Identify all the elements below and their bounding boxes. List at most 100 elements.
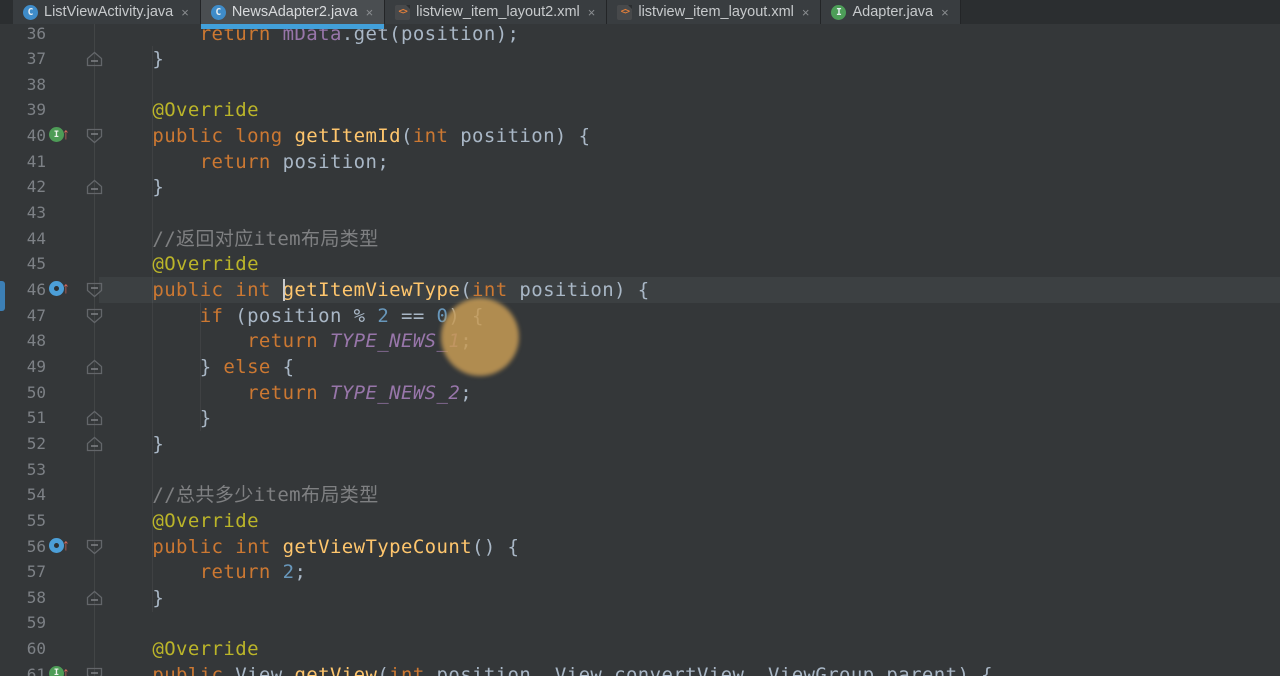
tab-listviewactivity-java[interactable]: C ListViewActivity.java × xyxy=(13,0,201,24)
code-segment: ( xyxy=(460,279,473,301)
tab-adapter-java[interactable]: I Adapter.java × xyxy=(821,0,961,24)
code-line-38[interactable]: 38 xyxy=(0,72,1280,98)
code-line-43[interactable]: 43 xyxy=(0,200,1280,226)
tab-close-icon[interactable]: × xyxy=(939,5,951,20)
line-number: 51 xyxy=(26,408,46,428)
code-segment: getViewTypeCount xyxy=(282,535,473,558)
line-number: 59 xyxy=(26,613,46,633)
editor-tab-bar: C ListViewActivity.java × C NewsAdapter2.jav… xyxy=(0,0,1280,29)
code-line-48[interactable]: 48 return TYPE_NEWS_1; xyxy=(0,328,1280,354)
code-line-46[interactable]: 46 ↑ public int getItemViewType(int posit… xyxy=(0,277,1280,303)
code-text: public int getItemViewType(int position)… xyxy=(105,277,650,303)
left-edge-marker xyxy=(0,281,5,311)
code-text: return TYPE_NEWS_2; xyxy=(105,380,472,406)
fold-marker-up[interactable] xyxy=(86,410,103,431)
line-number: 58 xyxy=(26,587,46,607)
line-number: 42 xyxy=(26,177,46,197)
code-line-41[interactable]: 41 return position; xyxy=(0,149,1280,175)
code-line-56[interactable]: 56 ↑ public int getViewTypeCount() { xyxy=(0,534,1280,560)
code-line-44[interactable]: 44 //返回对应item布局类型 xyxy=(0,226,1280,252)
code-line-42[interactable]: 42 } xyxy=(0,174,1280,200)
code-segment: getItemViewType xyxy=(282,279,461,301)
fold-marker-down[interactable] xyxy=(86,539,103,560)
fold-marker-down[interactable] xyxy=(86,667,103,676)
code-line-59[interactable]: 59 xyxy=(0,610,1280,636)
code-line-54[interactable]: 54 //总共多少item布局类型 xyxy=(0,482,1280,508)
java-class-icon: C xyxy=(23,4,38,20)
code-line-55[interactable]: 55 @Override xyxy=(0,508,1280,534)
code-segment: @Override xyxy=(152,509,259,532)
code-segment: } xyxy=(105,586,165,609)
fold-marker-down[interactable] xyxy=(86,128,103,149)
line-number: 48 xyxy=(26,331,46,351)
tab-close-icon[interactable]: × xyxy=(800,5,812,20)
code-segment: } xyxy=(105,407,212,430)
code-segment: ; xyxy=(460,381,473,404)
line-number: 53 xyxy=(26,459,46,479)
code-segment: if xyxy=(199,304,224,327)
code-segment: @Override xyxy=(152,638,259,661)
code-segment: } xyxy=(105,432,165,455)
code-segment: } xyxy=(105,48,165,71)
fold-marker-up[interactable] xyxy=(86,51,103,72)
code-line-51[interactable]: 51 } xyxy=(0,405,1280,431)
tab-label: listview_item_layout.xml xyxy=(638,4,794,20)
fold-marker-up[interactable] xyxy=(86,436,103,457)
code-text: return 2; xyxy=(105,559,306,585)
override-gutter-icon[interactable]: ↑ xyxy=(49,281,70,297)
code-text: @Override xyxy=(105,636,259,662)
fold-marker-down[interactable] xyxy=(86,308,103,329)
up-arrow-icon: ↑ xyxy=(62,126,70,144)
code-text: } xyxy=(105,46,164,72)
tab-listview_item_layout-xml[interactable]: <> listview_item_layout.xml × xyxy=(607,0,822,24)
code-line-37[interactable]: 37 } xyxy=(0,46,1280,72)
tab-close-icon[interactable]: × xyxy=(179,5,191,20)
fold-marker-up[interactable] xyxy=(86,179,103,200)
code-line-40[interactable]: 40 I ↑ public long getItemId(int position)… xyxy=(0,123,1280,149)
code-line-60[interactable]: 60 @Override xyxy=(0,636,1280,662)
code-segment: (position % xyxy=(223,304,378,327)
code-segment: return xyxy=(247,381,330,404)
code-line-58[interactable]: 58 } xyxy=(0,585,1280,611)
code-segment: public long xyxy=(152,125,295,148)
fold-marker-up[interactable] xyxy=(86,359,103,380)
tab-close-icon[interactable]: × xyxy=(586,5,598,20)
override-gutter-icon[interactable]: ↑ xyxy=(49,537,70,553)
code-line-49[interactable]: 49 } else { xyxy=(0,354,1280,380)
code-line-50[interactable]: 50 return TYPE_NEWS_2; xyxy=(0,380,1280,406)
code-segment: position, View convertView, ViewGroup pa… xyxy=(424,663,993,676)
code-segment: ; xyxy=(294,561,307,584)
implement-gutter-icon[interactable]: I ↑ xyxy=(49,126,70,144)
up-arrow-icon: ↑ xyxy=(62,664,70,676)
line-number: 44 xyxy=(26,228,46,248)
code-line-57[interactable]: 57 return 2; xyxy=(0,559,1280,585)
code-text: } xyxy=(105,585,164,611)
code-line-53[interactable]: 53 xyxy=(0,457,1280,483)
code-text: @Override xyxy=(105,97,259,123)
code-line-45[interactable]: 45 @Override xyxy=(0,251,1280,277)
line-number: 54 xyxy=(26,485,46,505)
tab-newsadapter2-java[interactable]: C NewsAdapter2.java × xyxy=(200,0,386,29)
code-line-36[interactable]: 36 return mData.get(position); xyxy=(0,21,1280,47)
tab-close-icon[interactable]: × xyxy=(364,5,376,20)
implement-gutter-icon[interactable]: I ↑ xyxy=(49,664,70,676)
code-segment: @Override xyxy=(152,253,259,276)
tab-listview_item_layout2-xml[interactable]: <> listview_item_layout2.xml × xyxy=(385,0,608,24)
code-editor[interactable]: 36 return mData.get(position); 37 } 38 39 @… xyxy=(0,0,1280,676)
fold-marker-up[interactable] xyxy=(86,590,103,611)
line-number: 47 xyxy=(26,305,46,325)
code-segment: position) { xyxy=(507,279,650,301)
code-line-52[interactable]: 52 } xyxy=(0,431,1280,457)
code-text: if (position % 2 == 0) { xyxy=(105,303,484,329)
code-line-61[interactable]: 61 I ↑ public View getView(int position, V… xyxy=(0,662,1280,676)
code-text: } xyxy=(105,431,164,457)
code-text: } xyxy=(105,174,164,200)
code-line-39[interactable]: 39 @Override xyxy=(0,97,1280,123)
code-segment: public xyxy=(152,663,236,676)
fold-marker-down[interactable] xyxy=(86,282,103,303)
code-line-47[interactable]: 47 if (position % 2 == 0) { xyxy=(0,303,1280,329)
